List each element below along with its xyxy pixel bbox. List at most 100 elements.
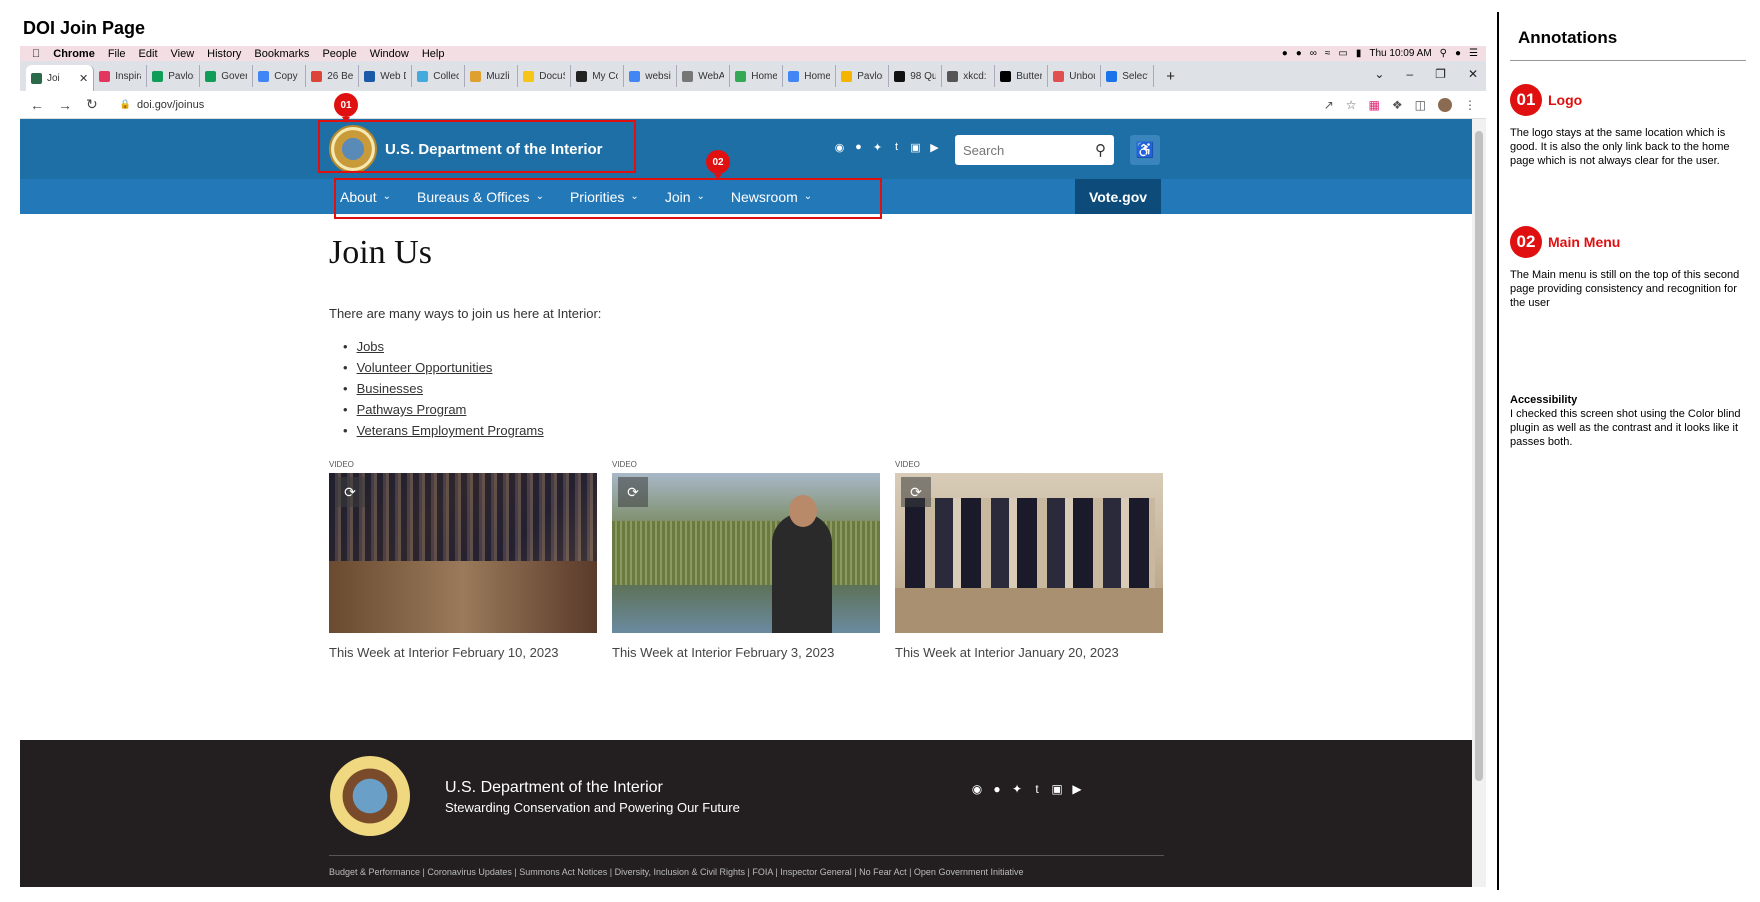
- menu-window[interactable]: Window: [370, 48, 409, 60]
- siri-icon[interactable]: ●: [1455, 48, 1461, 59]
- facebook-icon[interactable]: ●: [990, 782, 1004, 796]
- browser-tab[interactable]: Pavlos!: [147, 65, 201, 87]
- browser-tab[interactable]: Joi ✕: [26, 65, 95, 91]
- footer-links[interactable]: Budget & Performance | Coronavirus Updat…: [329, 867, 1023, 877]
- browser-tab[interactable]: Collect: [412, 65, 466, 87]
- browser-tab[interactable]: websit: [624, 65, 678, 87]
- browser-tab[interactable]: 98 Qu: [889, 65, 943, 87]
- browser-tab[interactable]: WebAI: [677, 65, 731, 87]
- facebook-icon[interactable]: ●: [852, 141, 865, 154]
- share-icon[interactable]: ⟳: [335, 477, 365, 507]
- bookmark-star-icon[interactable]: ☆: [1346, 98, 1357, 112]
- browser-tab[interactable]: 26 Bes: [306, 65, 360, 87]
- browser-tab[interactable]: Govern: [200, 65, 254, 87]
- menu-file[interactable]: File: [108, 48, 126, 60]
- link-jobs[interactable]: Jobs: [357, 339, 384, 354]
- instagram-icon[interactable]: ◉: [970, 782, 984, 796]
- nav-newsroom[interactable]: Newsroom ⌄: [731, 189, 812, 205]
- browser-tab[interactable]: My Co: [571, 65, 625, 87]
- minimize-icon[interactable]: –: [1406, 67, 1413, 81]
- video-thumbnail[interactable]: ⟳: [329, 473, 597, 633]
- extension-icon[interactable]: ▦: [1369, 98, 1380, 112]
- menu-chrome[interactable]: Chrome: [53, 48, 95, 60]
- restore-icon[interactable]: ❐: [1435, 67, 1446, 81]
- kebab-menu-icon[interactable]: ⋮: [1464, 98, 1476, 112]
- browser-tab[interactable]: Home: [783, 65, 837, 87]
- forward-icon[interactable]: →: [58, 97, 72, 113]
- browser-tab[interactable]: Inspirat: [94, 65, 148, 87]
- page-scrollbar[interactable]: [1472, 119, 1486, 887]
- new-tab-icon[interactable]: +: [1166, 68, 1175, 85]
- menu-edit[interactable]: Edit: [139, 48, 158, 60]
- profile-avatar[interactable]: [1438, 97, 1452, 112]
- menu-people[interactable]: People: [322, 48, 356, 60]
- battery-icon[interactable]: ▮: [1356, 48, 1362, 59]
- video-card[interactable]: VIDEO ⟳ This Week at Interior February 1…: [329, 460, 597, 660]
- link-veterans[interactable]: Veterans Employment Programs: [357, 423, 544, 438]
- search-input[interactable]: [963, 142, 1093, 158]
- spotlight-icon[interactable]: ⚲: [1440, 48, 1447, 59]
- tumblr-icon[interactable]: t: [890, 141, 903, 154]
- link-pathways[interactable]: Pathways Program: [357, 402, 467, 417]
- link-businesses[interactable]: Businesses: [357, 381, 423, 396]
- browser-tab[interactable]: Butter: [995, 65, 1049, 87]
- instagram-icon[interactable]: ◉: [833, 141, 846, 154]
- browser-tab[interactable]: Web D: [359, 65, 413, 87]
- browser-tab[interactable]: Select: [1101, 65, 1155, 87]
- menu-bookmarks[interactable]: Bookmarks: [254, 48, 309, 60]
- video-card[interactable]: VIDEO ⟳ This Week at Interior February 3…: [612, 460, 880, 660]
- share-page-icon[interactable]: ↗: [1324, 98, 1334, 112]
- flickr-icon[interactable]: ▣: [1050, 782, 1064, 796]
- link-icon[interactable]: ∞: [1310, 48, 1317, 59]
- apple-icon[interactable]: : [32, 48, 40, 60]
- youtube-icon[interactable]: ▶: [928, 141, 941, 154]
- menu-history[interactable]: History: [207, 48, 241, 60]
- video-caption[interactable]: This Week at Interior February 3, 2023: [612, 645, 880, 660]
- extensions-puzzle-icon[interactable]: ❖: [1392, 98, 1403, 112]
- browser-tab[interactable]: Copy o: [253, 65, 307, 87]
- browser-tab[interactable]: Pavlos: [836, 65, 890, 87]
- browser-tab[interactable]: Home: [730, 65, 784, 87]
- menu-help[interactable]: Help: [422, 48, 445, 60]
- back-icon[interactable]: ←: [30, 97, 44, 113]
- control-center-icon[interactable]: ☰: [1469, 48, 1478, 59]
- tab-search-icon[interactable]: ⌄: [1374, 67, 1384, 81]
- browser-tab[interactable]: xkcd: I: [942, 65, 996, 87]
- clock[interactable]: Thu 10:09 AM: [1369, 48, 1431, 59]
- close-tab-icon[interactable]: ✕: [79, 72, 88, 85]
- scrollbar-thumb[interactable]: [1475, 131, 1483, 781]
- creative-cloud-icon[interactable]: ●: [1296, 48, 1302, 59]
- footer-seal-icon[interactable]: [330, 756, 410, 836]
- video-thumbnail[interactable]: ⟳: [895, 473, 1163, 633]
- youtube-icon[interactable]: ▶: [1070, 782, 1084, 796]
- evernote-icon[interactable]: ●: [1282, 48, 1288, 59]
- side-panel-icon[interactable]: ◫: [1415, 98, 1426, 112]
- site-logo-link[interactable]: U.S. Department of the Interior: [329, 125, 603, 173]
- close-window-icon[interactable]: ✕: [1468, 67, 1478, 81]
- nav-about[interactable]: About ⌄: [340, 189, 391, 205]
- browser-tab[interactable]: Muzli 2: [465, 65, 519, 87]
- video-card[interactable]: VIDEO ⟳ This Week at Interior January 20…: [895, 460, 1163, 660]
- nav-bureaus[interactable]: Bureaus & Offices ⌄: [417, 189, 544, 205]
- share-icon[interactable]: ⟳: [901, 477, 931, 507]
- address-field[interactable]: 🔒 doi.gov/joinus: [120, 99, 205, 111]
- video-caption[interactable]: This Week at Interior February 10, 2023: [329, 645, 597, 660]
- flickr-icon[interactable]: ▣: [909, 141, 922, 154]
- airplay-icon[interactable]: ▭: [1338, 48, 1347, 59]
- reload-icon[interactable]: ↻: [86, 96, 98, 113]
- accessibility-icon[interactable]: ♿: [1130, 135, 1160, 165]
- browser-tab[interactable]: Unbou: [1048, 65, 1102, 87]
- twitter-icon[interactable]: ✦: [871, 141, 884, 154]
- tumblr-icon[interactable]: t: [1030, 782, 1044, 796]
- nav-join[interactable]: Join ⌄: [665, 189, 705, 205]
- link-volunteer[interactable]: Volunteer Opportunities: [357, 360, 493, 375]
- vote-gov-button[interactable]: Vote.gov: [1075, 179, 1161, 214]
- share-icon[interactable]: ⟳: [618, 477, 648, 507]
- twitter-icon[interactable]: ✦: [1010, 782, 1024, 796]
- wifi-icon[interactable]: ≈: [1325, 48, 1331, 59]
- menu-view[interactable]: View: [171, 48, 195, 60]
- video-caption[interactable]: This Week at Interior January 20, 2023: [895, 645, 1163, 660]
- browser-tab[interactable]: DocuS: [518, 65, 572, 87]
- search-icon[interactable]: ⚲: [1095, 141, 1106, 159]
- video-thumbnail[interactable]: ⟳: [612, 473, 880, 633]
